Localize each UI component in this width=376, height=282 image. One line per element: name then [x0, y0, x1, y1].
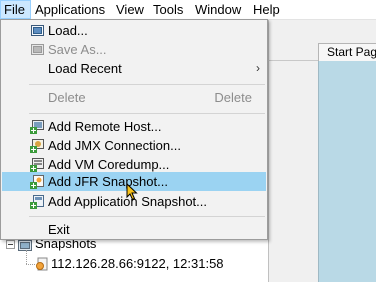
- menu-item-load-recent[interactable]: Load Recent ›: [2, 59, 266, 78]
- save-icon: [30, 42, 45, 57]
- menu-separator: [29, 216, 265, 217]
- tree-item-snapshot-entry[interactable]: 112.126.28.66:9122, 12:31:58: [51, 255, 224, 273]
- menu-item-label: Load Recent: [48, 61, 122, 76]
- menu-file[interactable]: File: [0, 0, 31, 19]
- menu-item-label: Save As...: [48, 42, 107, 57]
- menu-item-add-remote-host[interactable]: Add Remote Host...: [2, 117, 266, 136]
- menu-item-label: Load...: [48, 23, 88, 38]
- add-jmx-icon: [30, 138, 45, 153]
- menu-item-label: Exit: [48, 222, 70, 237]
- file-menu-dropdown: Load... Save As... Load Recent › Delete …: [0, 19, 268, 240]
- tree-guide-branch: [26, 264, 35, 265]
- menu-separator: [29, 84, 265, 85]
- menu-item-save-as: Save As...: [2, 40, 266, 59]
- menu-tools[interactable]: Tools: [150, 0, 186, 19]
- menu-applications[interactable]: Applications: [32, 0, 108, 19]
- menu-separator: [29, 113, 265, 114]
- menu-item-label: Add Remote Host...: [48, 119, 162, 134]
- mouse-cursor-icon: [126, 183, 138, 201]
- menu-item-load[interactable]: Load...: [2, 21, 266, 40]
- add-coredump-icon: [30, 157, 45, 172]
- add-remote-host-icon: [30, 119, 45, 134]
- menu-item-exit[interactable]: Exit: [2, 220, 266, 239]
- menu-item-label: Delete: [48, 90, 86, 105]
- jfr-snapshot-icon: [35, 257, 49, 271]
- tree-guide-child: [26, 250, 27, 264]
- add-app-snapshot-icon: [30, 194, 45, 209]
- menu-window[interactable]: Window: [192, 0, 244, 19]
- load-icon: [30, 23, 45, 38]
- menu-item-label: Add JMX Connection...: [48, 138, 181, 153]
- menu-view[interactable]: View: [113, 0, 147, 19]
- tab-strip-line: [268, 60, 318, 61]
- snapshots-folder-icon: [18, 239, 32, 251]
- start-page-content: [318, 61, 376, 282]
- snapshots-collapse-toggle[interactable]: [6, 240, 15, 249]
- menu-help[interactable]: Help: [250, 0, 283, 19]
- add-jfr-icon: [30, 174, 45, 189]
- menu-item-label: Add JFR Snapshot...: [48, 174, 168, 189]
- menu-item-delete: Delete Delete: [2, 88, 266, 107]
- submenu-arrow-icon: ›: [256, 61, 260, 75]
- menu-item-add-jmx-connection[interactable]: Add JMX Connection...: [2, 136, 266, 155]
- menu-bar: File Applications View Tools Window Help: [0, 0, 376, 20]
- tab-start-page[interactable]: Start Pag: [318, 43, 376, 61]
- shortcut-delete: Delete: [214, 90, 252, 105]
